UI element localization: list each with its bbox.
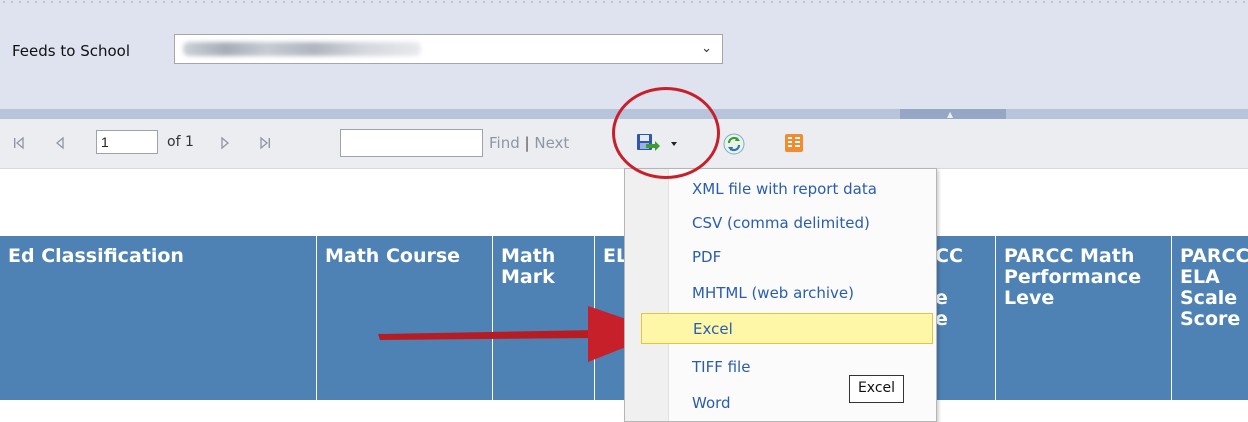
previous-page-icon[interactable] xyxy=(53,136,67,150)
collapse-up-icon: ▲ xyxy=(947,110,954,119)
page-count-text: of 1 xyxy=(167,134,194,150)
next-page-icon[interactable] xyxy=(218,136,232,150)
find-next-links: Find | Next xyxy=(489,134,569,152)
panel-dots xyxy=(0,0,1248,4)
column-header-parcc-partial: CC e e xyxy=(935,236,996,400)
menu-icon-gutter xyxy=(625,169,669,421)
collapse-panel-handle[interactable]: ▲ xyxy=(900,109,1006,119)
menu-item-pdf[interactable]: PDF xyxy=(668,242,934,273)
column-header-parcc-math-performance: PARCC Math Performance Leve xyxy=(996,236,1172,400)
column-header-parcc-ela-scale: PARCC ELA Scale Score xyxy=(1180,245,1248,330)
menu-item-excel[interactable]: Excel xyxy=(641,313,933,344)
last-page-icon[interactable] xyxy=(258,136,272,150)
annotation-circle xyxy=(612,87,720,179)
find-separator: | xyxy=(524,134,530,152)
find-text-input[interactable] xyxy=(340,129,483,157)
column-header-ed-classification: Ed Classification xyxy=(0,236,317,400)
document-map-icon[interactable] xyxy=(783,132,805,154)
page-number-input[interactable] xyxy=(96,130,158,154)
annotation-arrow xyxy=(378,306,664,362)
feeds-to-school-select[interactable]: ⌄ xyxy=(174,34,723,64)
menu-item-csv[interactable]: CSV (comma delimited) xyxy=(668,208,934,239)
first-page-icon[interactable] xyxy=(12,136,26,150)
partial-header-text: CC xyxy=(935,245,963,267)
blurred-school-name xyxy=(183,42,421,56)
excel-tooltip: Excel xyxy=(849,375,904,403)
menu-item-xml[interactable]: XML file with report data xyxy=(668,174,934,205)
chevron-down-icon: ⌄ xyxy=(701,41,712,56)
next-link[interactable]: Next xyxy=(534,134,569,152)
refresh-icon[interactable] xyxy=(722,132,746,156)
menu-item-mhtml[interactable]: MHTML (web archive) xyxy=(668,278,934,309)
find-link[interactable]: Find xyxy=(489,134,520,152)
feeds-to-school-label: Feeds to School xyxy=(12,42,130,60)
